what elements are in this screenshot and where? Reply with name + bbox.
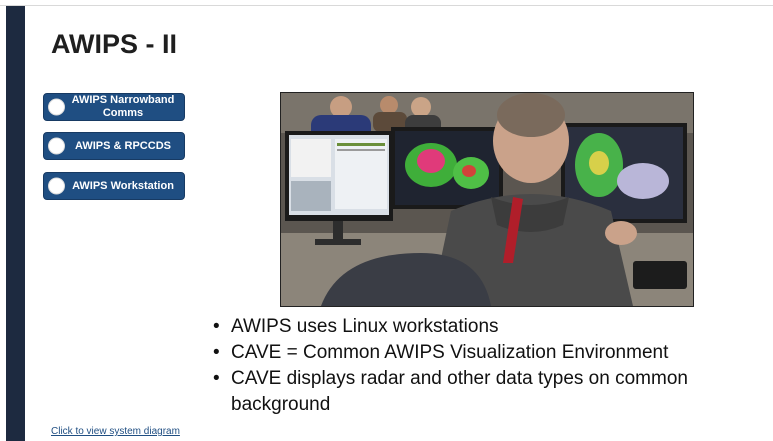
system-diagram-link[interactable]: Click to view system diagram	[51, 426, 180, 437]
radio-circle-icon	[48, 98, 65, 116]
bullet-dot-icon: •	[213, 368, 220, 389]
button-label: AWIPS Workstation	[72, 179, 174, 192]
bullet-list: • AWIPS uses Linux workstations • CAVE =…	[213, 314, 753, 418]
awips-rpccds-button[interactable]: AWIPS & RPCCDS	[43, 132, 185, 160]
bullet-text: CAVE = Common AWIPS Visualization Enviro…	[231, 342, 669, 363]
awips-narrowband-comms-button[interactable]: AWIPS Narrowband Comms	[43, 93, 185, 121]
bullet-text: CAVE displays radar and other data types…	[231, 368, 688, 415]
radio-circle-icon	[48, 137, 65, 155]
bullet-dot-icon: •	[213, 316, 220, 337]
list-item: • CAVE displays radar and other data typ…	[213, 366, 753, 418]
awips-workstation-button[interactable]: AWIPS Workstation	[43, 172, 185, 200]
awips-workstation-photo	[280, 92, 694, 307]
bullet-dot-icon: •	[213, 342, 220, 363]
list-item: • AWIPS uses Linux workstations	[213, 314, 753, 340]
list-item: • CAVE = Common AWIPS Visualization Envi…	[213, 340, 753, 366]
page-title: AWIPS - II	[51, 29, 178, 59]
bullet-text: AWIPS uses Linux workstations	[231, 316, 499, 337]
left-accent-bar	[6, 6, 25, 441]
button-label: AWIPS & RPCCDS	[75, 139, 171, 152]
button-label: AWIPS Narrowband Comms	[71, 94, 175, 119]
slide-canvas: AWIPS - II AWIPS Narrowband Comms AWIPS …	[25, 6, 773, 441]
radio-circle-icon	[48, 177, 65, 195]
